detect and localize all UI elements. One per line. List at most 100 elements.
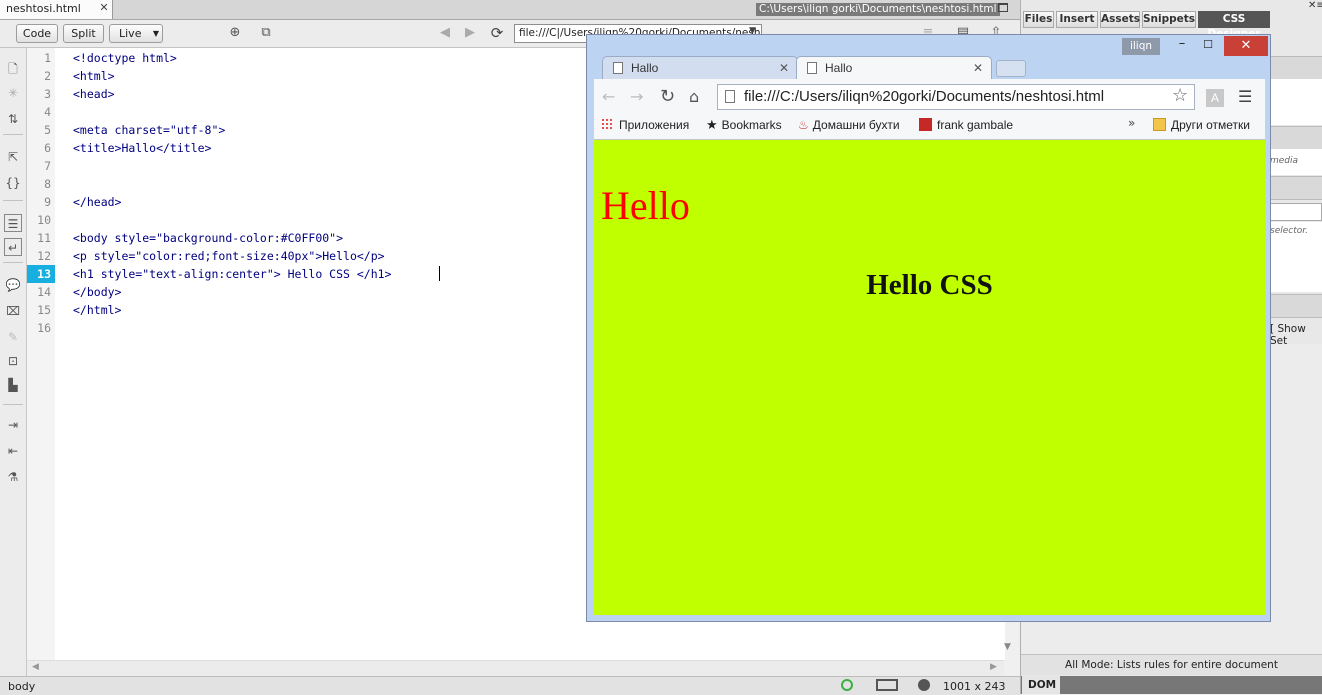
- line-number: 8: [44, 177, 51, 191]
- dropdown-arrow-icon: ▼: [152, 29, 159, 38]
- scroll-down-icon[interactable]: ▼: [1004, 642, 1011, 652]
- restore-window-icon[interactable]: [998, 3, 1008, 12]
- expand-all-icon[interactable]: ⇅: [4, 110, 22, 128]
- back-arrow-icon[interactable]: ←: [602, 88, 615, 106]
- chef-hat-icon: ♨: [798, 118, 809, 132]
- code-line[interactable]: <title>Hallo</title>: [73, 139, 211, 157]
- forward-arrow-icon[interactable]: ▶: [462, 25, 478, 41]
- tab-files[interactable]: Files: [1023, 11, 1054, 28]
- collapse-tag-icon[interactable]: ✳: [4, 84, 22, 102]
- line-number: 11: [37, 231, 51, 245]
- forward-arrow-icon[interactable]: →: [630, 88, 643, 106]
- other-bookmarks[interactable]: Други отметки: [1153, 117, 1250, 133]
- css-mode-status: All Mode: Lists rules for entire documen…: [1021, 654, 1322, 675]
- document-path: C:\Users\iliqn gorki\Documents\neshtosi.…: [756, 3, 1000, 16]
- line-number: 2: [44, 69, 51, 83]
- profile-badge[interactable]: iliqn: [1122, 38, 1160, 55]
- code-line[interactable]: <body style="background-color:#C0FF00">: [73, 229, 343, 247]
- window-size-icon[interactable]: [876, 679, 898, 691]
- bookmark-apps[interactable]: Приложения: [601, 117, 689, 133]
- refresh-icon[interactable]: ⟳: [489, 25, 505, 41]
- format-source-icon[interactable]: ⚗: [4, 468, 22, 486]
- page-viewport: Hello Hello CSS: [594, 140, 1265, 615]
- code-navigator-icon[interactable]: ⧉: [258, 25, 274, 41]
- back-arrow-icon[interactable]: ◀: [437, 25, 453, 41]
- line-number: 15: [37, 303, 51, 317]
- code-line[interactable]: </head>: [73, 193, 121, 211]
- bookmark-label: Домашни бухти: [812, 118, 900, 132]
- inspect-target-icon[interactable]: ⊕: [227, 25, 243, 41]
- media-hint: media: [1270, 156, 1299, 166]
- code-line[interactable]: </body>: [73, 283, 121, 301]
- bookmark-label: Приложения: [619, 118, 690, 132]
- page-icon: [725, 90, 735, 103]
- new-tab-button[interactable]: [996, 60, 1026, 77]
- line-numbers-icon[interactable]: ☰: [4, 214, 22, 232]
- indent-code-icon[interactable]: ⇥: [4, 416, 22, 434]
- panel-menu-icon[interactable]: ✕≡: [1308, 0, 1322, 11]
- code-line[interactable]: </html>: [73, 301, 121, 319]
- globe-icon[interactable]: [918, 679, 930, 691]
- word-wrap-icon[interactable]: ↵: [4, 238, 22, 256]
- browser-tab-title: Hallo: [631, 61, 659, 75]
- extension-icon[interactable]: A: [1206, 89, 1224, 107]
- reload-icon[interactable]: ↻: [660, 88, 675, 106]
- toolbar-divider: [3, 134, 23, 135]
- bookmark-bookmarks[interactable]: ★ Bookmarks: [706, 117, 782, 133]
- more-bookmarks-icon[interactable]: »: [1128, 116, 1135, 130]
- select-parent-tag-icon[interactable]: ⇱: [4, 148, 22, 166]
- tab-snippets[interactable]: Snippets: [1142, 11, 1196, 28]
- browser-tab-title: Hallo: [825, 61, 853, 75]
- close-tab-icon[interactable]: ✕: [779, 57, 789, 79]
- maximize-icon[interactable]: ☐: [1198, 36, 1218, 54]
- split-view-button[interactable]: Split: [63, 24, 104, 43]
- close-tab-icon[interactable]: ✕: [973, 57, 983, 79]
- validation-ok-icon[interactable]: [841, 679, 853, 691]
- apps-grid-icon: [601, 118, 614, 131]
- tab-insert[interactable]: Insert: [1056, 11, 1098, 28]
- bookmark-star-icon[interactable]: ☆: [1172, 86, 1188, 106]
- home-icon[interactable]: ⌂: [689, 88, 699, 106]
- code-line[interactable]: <head>: [73, 85, 115, 103]
- page-icon: [807, 62, 817, 74]
- minimize-icon[interactable]: –: [1172, 36, 1192, 54]
- bookmark-frank-gambale[interactable]: frank gambale: [919, 117, 1013, 133]
- close-icon[interactable]: ✕: [98, 2, 110, 14]
- line-number: 3: [44, 87, 51, 101]
- outdent-code-icon[interactable]: ⇤: [4, 442, 22, 460]
- tab-assets[interactable]: Assets: [1100, 11, 1140, 28]
- selector-hint: selector.: [1270, 226, 1308, 236]
- recent-snippets-icon[interactable]: ⊡: [4, 352, 22, 370]
- code-line[interactable]: <!doctype html>: [73, 49, 177, 67]
- apply-comment-icon[interactable]: 💬: [4, 276, 22, 294]
- horizontal-scrollbar[interactable]: [27, 660, 1004, 677]
- dom-panel-bar: [1021, 676, 1322, 694]
- code-line-current[interactable]: <h1 style="text-align:center"> Hello CSS…: [73, 265, 392, 283]
- move-css-icon[interactable]: ▙: [4, 376, 22, 394]
- omnibox-address[interactable]: file:///C:/Users/iliqn%20gorki/Documents…: [717, 84, 1195, 110]
- tag-selector[interactable]: body: [8, 680, 35, 693]
- code-line[interactable]: <meta charset="utf-8">: [73, 121, 225, 139]
- code-view-button[interactable]: Code: [16, 24, 58, 43]
- open-documents-icon[interactable]: 🗋: [4, 60, 22, 78]
- bookmark-domashni-buhti[interactable]: ♨ Домашни бухти: [798, 117, 900, 133]
- tab-dom[interactable]: DOM: [1022, 676, 1060, 694]
- selector-filter-field[interactable]: [1270, 203, 1322, 221]
- tab-css-designer[interactable]: CSS Designer: [1198, 11, 1270, 40]
- code-line[interactable]: <html>: [73, 67, 115, 85]
- folder-icon: [1153, 118, 1166, 131]
- code-line[interactable]: <p style="color:red;font-size:40px">Hell…: [73, 247, 385, 265]
- remove-comment-icon[interactable]: ⌧: [4, 302, 22, 320]
- other-bookmarks-label: Други отметки: [1171, 118, 1250, 132]
- line-number: 12: [37, 249, 51, 263]
- scroll-left-icon[interactable]: ◀: [32, 662, 39, 672]
- browser-tab[interactable]: Hallo ✕: [602, 56, 798, 79]
- browser-tab-active[interactable]: Hallo ✕: [796, 56, 992, 79]
- hamburger-menu-icon[interactable]: ☰: [1238, 88, 1252, 106]
- live-view-button[interactable]: Live ▼: [109, 24, 163, 43]
- close-window-button[interactable]: ✕: [1224, 36, 1268, 56]
- wrap-tag-icon[interactable]: ✎: [4, 328, 22, 346]
- scroll-right-icon[interactable]: ▶: [990, 662, 997, 672]
- document-tab[interactable]: neshtosi.html: [0, 0, 113, 19]
- balance-braces-icon[interactable]: {}: [4, 174, 22, 192]
